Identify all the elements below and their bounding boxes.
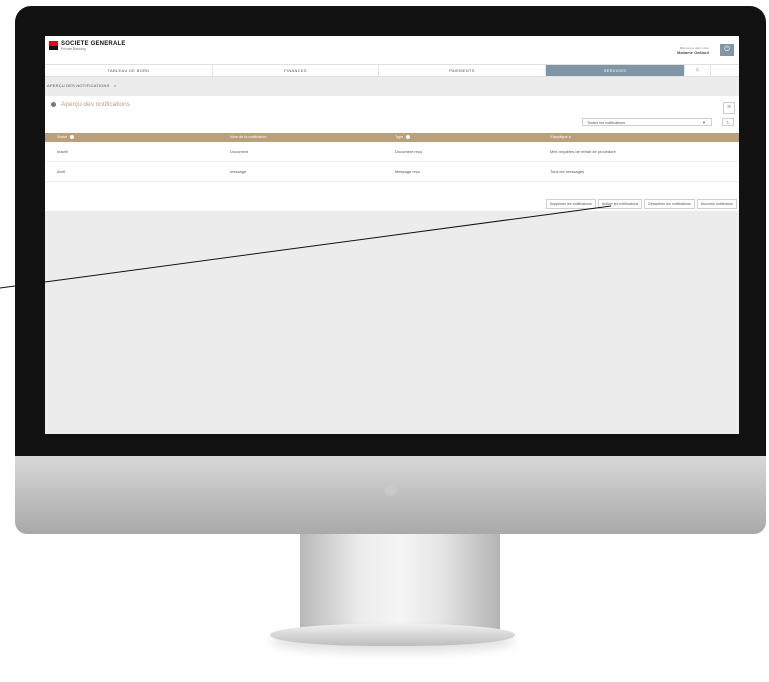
monitor-stand-foot — [270, 624, 515, 646]
table-row[interactable]: Actif message Message reçu Tous les mess… — [45, 162, 739, 182]
breadcrumb-separator: > — [113, 83, 117, 88]
tab-finances[interactable]: FINANCES — [213, 65, 379, 76]
bell-icon — [51, 101, 56, 107]
home-icon[interactable]: ⌂ — [685, 65, 711, 76]
brand-logo[interactable]: SOCIETE GENERALE Private Banking — [49, 41, 126, 51]
page-title-text: Aperçu des notifications — [61, 101, 131, 108]
info-icon — [406, 135, 411, 139]
tab-services[interactable]: SERVICES — [546, 65, 685, 76]
menu-icon[interactable]: ≡ — [723, 102, 735, 114]
new-notification-button[interactable]: Nouvelle notification — [696, 199, 737, 209]
info-icon — [69, 135, 74, 139]
delete-notifications-button[interactable]: Supprimer les notifications — [545, 199, 596, 209]
action-bar: Supprimer les notifications Activer les … — [545, 199, 737, 209]
tab-tableau-de-bord[interactable]: TABLEAU DE BORD — [45, 65, 213, 76]
chevron-down-icon: ▼ — [702, 120, 706, 125]
notifications-card: Aperçu des notifications ≡ Toutes les no… — [45, 96, 739, 211]
breadcrumb-item[interactable]: APERÇU DES NOTIFICATIONS — [47, 83, 110, 88]
cell-status: Actif — [57, 169, 65, 174]
deactivate-notifications-button[interactable]: Désactiver les notifications — [644, 199, 695, 209]
notification-filter-select[interactable]: Toutes les notifications ▼ — [582, 118, 712, 126]
monitor-stand — [300, 534, 500, 634]
filter-reset-button[interactable]: ↻ — [722, 118, 734, 126]
table-row[interactable]: Inactif Document Document reçu Mes requê… — [45, 142, 739, 162]
column-type[interactable]: Type — [395, 133, 411, 142]
column-name[interactable]: Nom de la notification — [230, 133, 267, 142]
column-applies-to[interactable]: S'applique à — [550, 133, 571, 142]
cell-status: Inactif — [57, 149, 68, 154]
tab-paiements[interactable]: PAIEMENTS — [379, 65, 546, 76]
logout-button[interactable]: ⏻ — [720, 44, 734, 56]
user-info: Bienvenue dans votre Madame Gaillard — [677, 46, 709, 55]
activate-notifications-button[interactable]: Activer les notifications — [597, 199, 643, 209]
cell-type: Document reçu — [395, 149, 423, 154]
filter-value: Toutes les notifications — [587, 121, 626, 125]
screen: SOCIETE GENERALE Private Banking Bienven… — [45, 36, 739, 434]
breadcrumb: APERÇU DES NOTIFICATIONS > — [47, 83, 116, 88]
cell-type: Message reçu — [395, 169, 421, 174]
table-header: Statut Nom de la notification Type S'app… — [45, 133, 739, 142]
cell-applies-to: Tous les messages — [550, 169, 585, 174]
main-nav: TABLEAU DE BORD FINANCES PAIEMENTS SERVI… — [45, 64, 739, 77]
cell-name: Document — [230, 149, 249, 154]
user-name: Madame Gaillard — [676, 50, 709, 55]
brand-mark-icon — [49, 41, 58, 50]
top-bar: SOCIETE GENERALE Private Banking Bienven… — [45, 36, 739, 64]
cell-name: message — [230, 169, 247, 174]
monitor-chin — [15, 456, 766, 534]
apple-logo-icon — [385, 484, 397, 496]
cell-applies-to: Mes requêtes de retrait de procédure — [550, 149, 616, 154]
brand-subtitle: Private Banking — [61, 47, 86, 51]
page-title: Aperçu des notifications — [51, 101, 130, 108]
column-status[interactable]: Statut — [57, 133, 74, 142]
